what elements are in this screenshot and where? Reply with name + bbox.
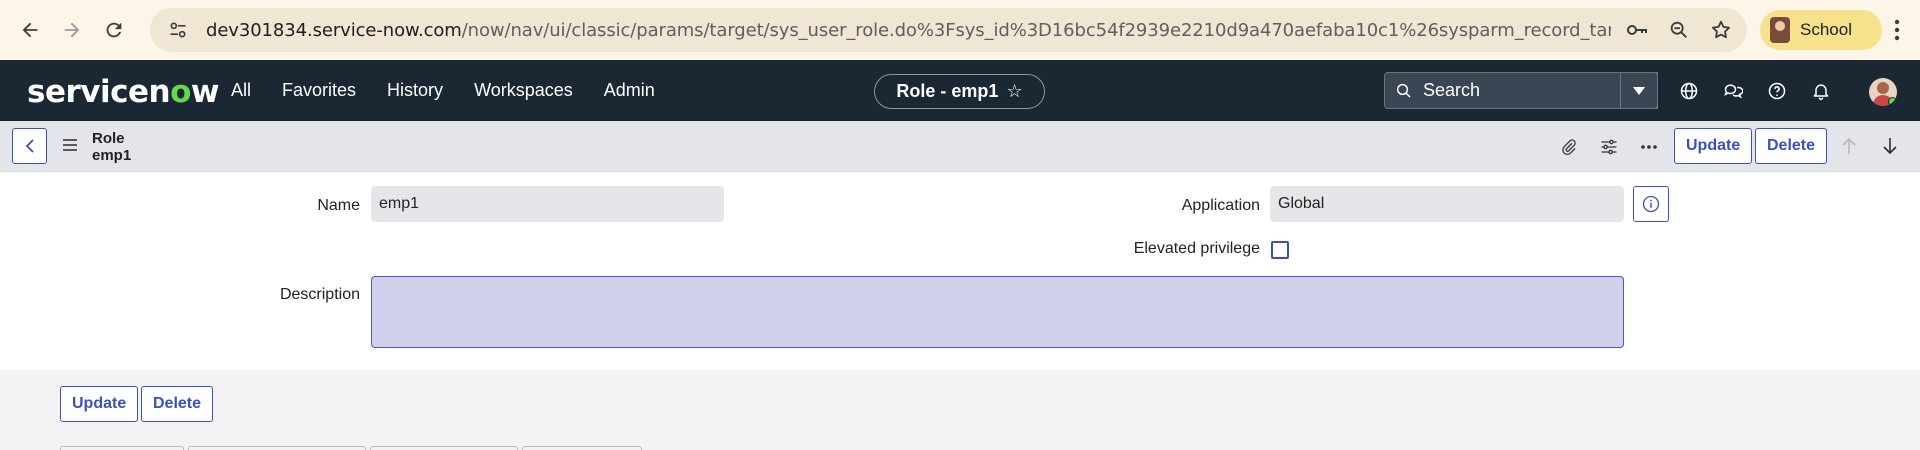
servicenow-logo[interactable]: servicenow	[27, 74, 220, 110]
chevron-left-icon	[25, 139, 34, 153]
chrome-menu-icon[interactable]	[1883, 16, 1911, 44]
browser-toolbar: dev301834.service-now.com/now/nav/ui/cla…	[0, 0, 1920, 60]
nav-favorites[interactable]: Favorites	[282, 80, 356, 101]
logo-text-part: servicen	[27, 74, 171, 110]
global-search-input[interactable]: Search	[1384, 72, 1658, 109]
favorite-star-icon[interactable]: ☆	[1006, 81, 1022, 102]
related-tab[interactable]	[60, 446, 184, 450]
globe-icon[interactable]	[1678, 80, 1700, 102]
application-info-button[interactable]	[1633, 186, 1669, 222]
search-icon	[1395, 82, 1413, 100]
description-textarea[interactable]	[371, 276, 1624, 348]
application-field[interactable]: Global	[1270, 186, 1624, 222]
more-options-icon[interactable]	[1638, 136, 1660, 158]
user-avatar[interactable]	[1869, 78, 1897, 106]
form-title: Role emp1	[92, 130, 131, 164]
nav-all[interactable]: All	[231, 80, 251, 101]
form-body: Name emp1 Application Global Elevated pr…	[0, 172, 1920, 370]
logo-text-o: o	[170, 74, 191, 110]
info-icon	[1642, 195, 1660, 213]
form-toolbar: Role emp1 Update Delete	[0, 121, 1920, 172]
elevated-privilege-label: Elevated privilege	[1133, 240, 1260, 257]
context-pill[interactable]: Role - emp1 ☆	[874, 74, 1045, 109]
servicenow-header: servicenow All Favorites History Workspa…	[0, 60, 1920, 121]
zoom-icon[interactable]	[1667, 18, 1691, 42]
name-label: Name	[317, 197, 360, 214]
bookmark-star-icon[interactable]	[1709, 18, 1733, 42]
footer-delete-button[interactable]: Delete	[141, 386, 214, 422]
nav-history[interactable]: History	[387, 80, 443, 101]
nav-workspaces[interactable]: Workspaces	[474, 80, 573, 101]
profile-avatar	[1770, 17, 1790, 43]
nav-admin[interactable]: Admin	[604, 80, 655, 101]
personalize-form-icon[interactable]	[1598, 136, 1620, 158]
caret-down-icon	[1633, 86, 1645, 95]
related-tab[interactable]	[522, 446, 642, 450]
form-footer: Update Delete	[0, 370, 1920, 450]
url-path: /now/nav/ui/classic/params/target/sys_us…	[461, 19, 1611, 41]
forward-icon[interactable]	[54, 12, 90, 48]
next-record-icon[interactable]	[1879, 135, 1901, 157]
browser-profile-button[interactable]: School	[1760, 10, 1882, 50]
url-host: dev301834.service-now.com	[206, 19, 462, 41]
form-title-table: Role	[92, 130, 125, 147]
help-icon[interactable]	[1766, 80, 1788, 102]
reload-icon[interactable]	[96, 12, 132, 48]
search-scope-dropdown[interactable]	[1620, 72, 1658, 109]
search-placeholder: Search	[1423, 80, 1481, 100]
url-text[interactable]: dev301834.service-now.com/now/nav/ui/cla…	[206, 20, 1611, 41]
main-nav: All Favorites History Workspaces Admin	[231, 60, 686, 121]
description-label: Description	[279, 286, 360, 303]
related-tab[interactable]	[188, 446, 366, 450]
logo-text-part-end: w	[190, 74, 220, 110]
form-back-button[interactable]	[12, 128, 47, 164]
footer-update-button[interactable]: Update	[60, 386, 139, 422]
presence-dot	[1888, 97, 1897, 106]
attachment-icon[interactable]	[1558, 136, 1580, 158]
address-bar[interactable]: dev301834.service-now.com/now/nav/ui/cla…	[150, 8, 1747, 52]
application-label: Application	[1181, 197, 1260, 214]
form-menu-icon[interactable]	[62, 137, 78, 153]
form-title-record: emp1	[92, 147, 132, 164]
chat-icon[interactable]	[1722, 80, 1744, 102]
elevated-privilege-checkbox[interactable]	[1271, 241, 1289, 259]
password-key-icon[interactable]	[1625, 18, 1649, 42]
context-pill-label: Role - emp1	[896, 81, 999, 101]
bell-icon[interactable]	[1810, 80, 1832, 102]
site-info-icon[interactable]	[164, 16, 192, 44]
related-tab[interactable]	[370, 446, 518, 450]
profile-label: School	[1800, 20, 1852, 39]
header-update-button[interactable]: Update	[1674, 128, 1753, 164]
previous-record-icon[interactable]	[1838, 135, 1860, 157]
related-list-tabs	[60, 446, 642, 450]
header-delete-button[interactable]: Delete	[1755, 128, 1828, 164]
back-icon[interactable]	[12, 12, 48, 48]
name-field[interactable]: emp1	[371, 186, 724, 222]
